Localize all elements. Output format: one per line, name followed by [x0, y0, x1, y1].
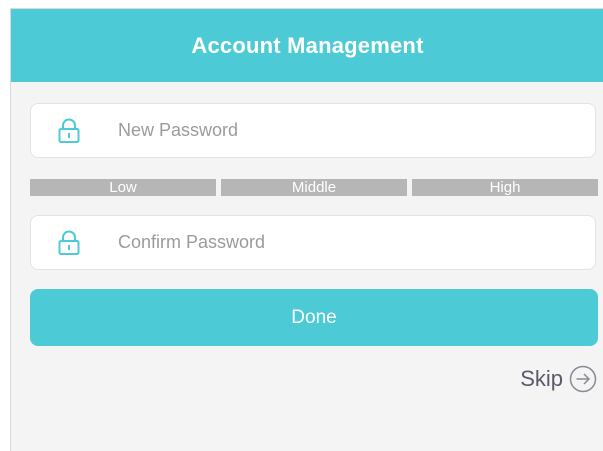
done-button[interactable]: Done: [30, 289, 598, 346]
skip-button[interactable]: Skip: [520, 365, 597, 393]
lock-icon: [58, 230, 80, 255]
confirm-password-field[interactable]: [30, 215, 596, 270]
header-bar: Account Management: [11, 9, 603, 82]
new-password-field[interactable]: [30, 103, 596, 158]
password-strength-meter: Low Middle High: [30, 179, 598, 196]
strength-low: Low: [30, 179, 216, 196]
new-password-input[interactable]: [118, 104, 578, 157]
confirm-password-input[interactable]: [118, 216, 578, 269]
arrow-right-circle-icon: [569, 365, 597, 393]
strength-middle: Middle: [221, 179, 407, 196]
strength-high: High: [412, 179, 598, 196]
page-title: Account Management: [191, 32, 424, 58]
account-management-panel: Account Management Low Middle High Done …: [10, 8, 603, 451]
skip-label: Skip: [520, 366, 563, 391]
lock-icon: [58, 118, 80, 143]
